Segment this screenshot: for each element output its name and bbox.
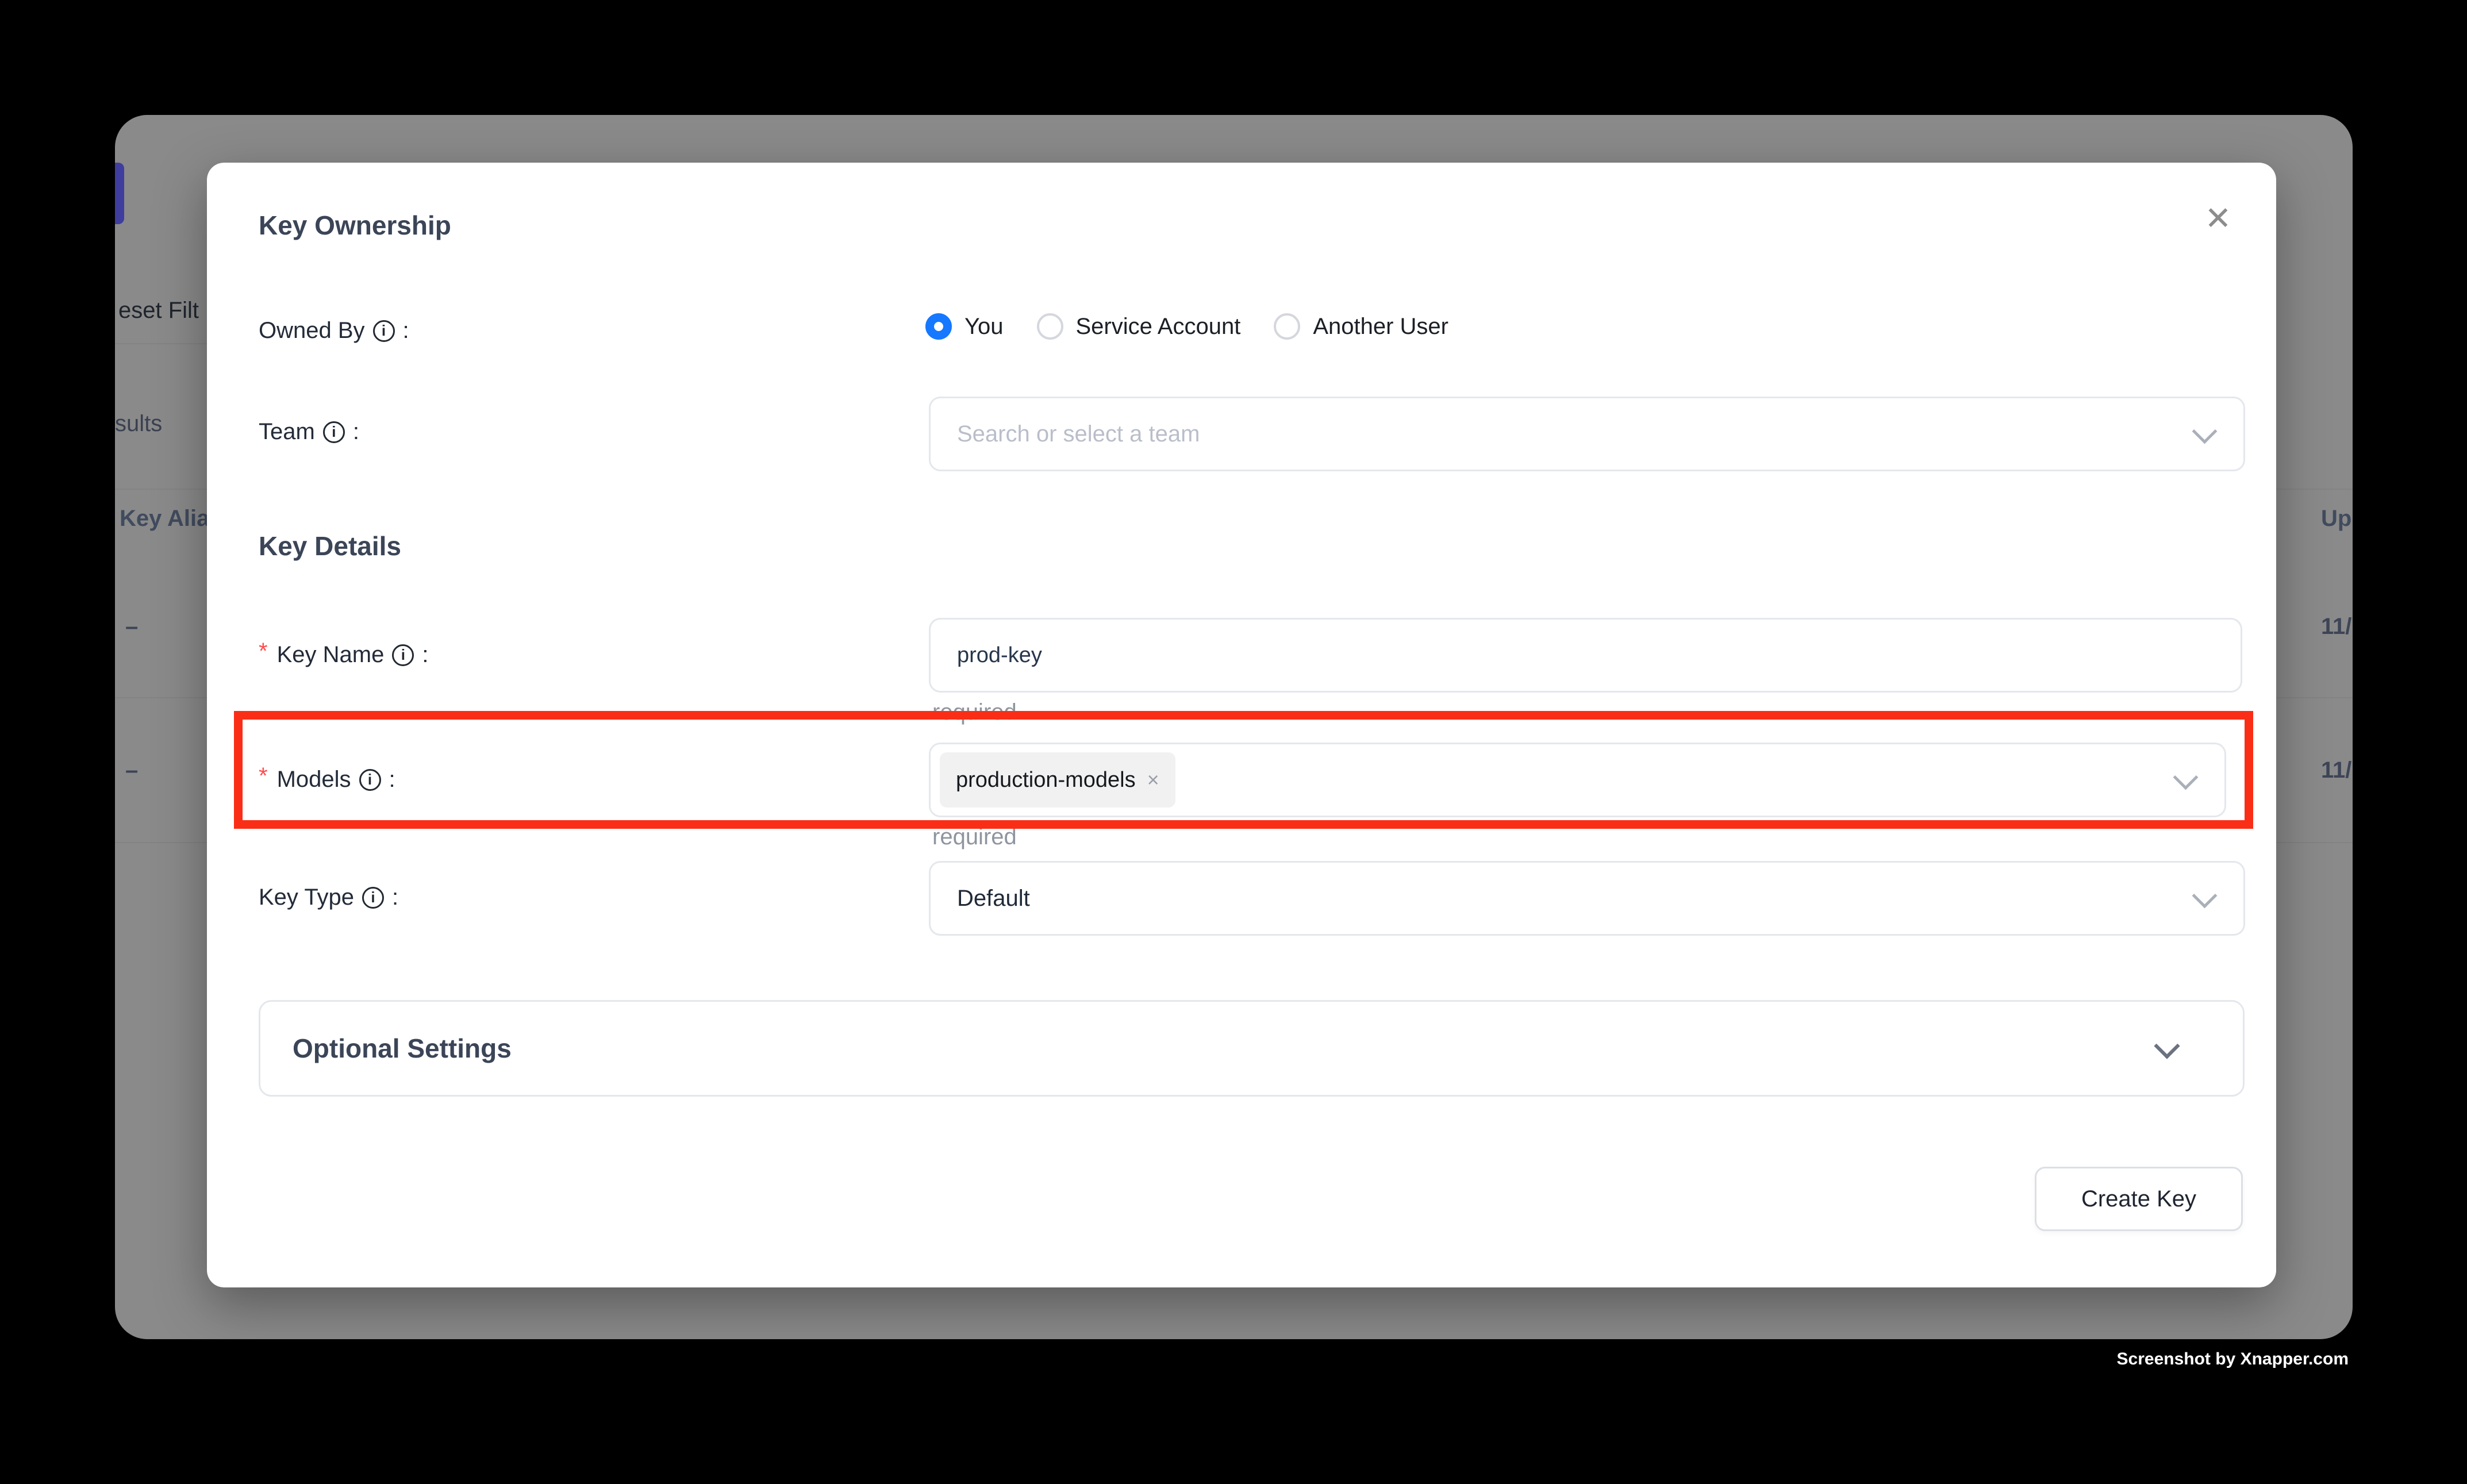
key-type-select[interactable]: Default (929, 861, 2245, 936)
table-row-alias: – (125, 614, 138, 640)
model-tag-label: production-models (956, 768, 1136, 793)
team-label-text: Team (259, 419, 315, 445)
key-type-selected-value: Default (931, 886, 1030, 912)
key-name-field-wrap (929, 618, 2242, 693)
colon: : (403, 318, 409, 344)
remove-tag-icon[interactable]: × (1147, 768, 1159, 792)
owned-by-radio-group: You Service Account Another User (925, 313, 1448, 340)
models-label-text: Models (277, 767, 351, 793)
background-blue-button-fragment (115, 163, 124, 224)
required-asterisk: * (259, 763, 268, 789)
create-key-button[interactable]: Create Key (2035, 1167, 2243, 1231)
required-asterisk: * (259, 639, 268, 664)
dimmed-background-window: eset Filt sults Key Alia Up – 11/ – 11/ … (115, 115, 2353, 1339)
radio-unselected-icon[interactable] (1037, 313, 1063, 340)
modal-title: Key Ownership (259, 210, 451, 241)
radio-option-label: Service Account (1076, 314, 1241, 340)
info-icon: i (362, 887, 384, 909)
info-icon: i (373, 320, 395, 342)
key-type-label: Key Type i : (259, 885, 398, 910)
colon: : (353, 419, 359, 445)
team-label: Team i : (259, 419, 359, 445)
team-select[interactable]: Search or select a team (929, 397, 2245, 471)
chevron-down-icon (2173, 765, 2199, 790)
models-validation: required (932, 824, 1017, 850)
colon: : (422, 642, 428, 668)
team-select-placeholder: Search or select a team (931, 421, 1200, 447)
colon: : (389, 767, 395, 793)
watermark-text: Screenshot by Xnapper.com (2117, 1350, 2349, 1369)
close-icon[interactable]: ✕ (2198, 198, 2238, 239)
info-icon: i (323, 421, 345, 443)
background-reset-filters-partial: eset Filt (118, 298, 199, 324)
info-icon: i (359, 769, 381, 791)
key-type-label-text: Key Type (259, 885, 354, 910)
colon: : (392, 885, 398, 910)
key-name-validation: required (932, 699, 1017, 725)
background-column-key-alias: Key Alia (120, 506, 209, 532)
radio-selected-icon[interactable] (925, 313, 952, 340)
radio-option-label: You (964, 314, 1004, 340)
radio-option-you[interactable]: You (925, 313, 1004, 340)
model-tag: production-models × (940, 752, 1175, 808)
key-details-title: Key Details (259, 530, 401, 562)
key-name-input[interactable] (931, 619, 2241, 691)
owned-by-label: Owned By i : (259, 318, 409, 344)
optional-settings-header[interactable]: Optional Settings (259, 1000, 2245, 1097)
chevron-down-icon (2192, 419, 2218, 444)
chevron-down-icon (2154, 1033, 2180, 1059)
models-multiselect[interactable]: production-models × (929, 743, 2226, 817)
info-icon: i (392, 644, 414, 666)
key-name-label: * Key Name i : (259, 642, 428, 668)
radio-option-service-account[interactable]: Service Account (1037, 313, 1241, 340)
table-row-alias: – (125, 758, 138, 783)
optional-settings-title: Optional Settings (260, 1033, 512, 1064)
radio-unselected-icon[interactable] (1274, 313, 1300, 340)
create-key-modal: Key Ownership ✕ Owned By i : You Service… (207, 163, 2276, 1287)
background-column-updated: Up (2321, 506, 2351, 532)
chevron-down-icon (2192, 883, 2218, 909)
table-row-updated: 11/ (2321, 614, 2351, 640)
models-label: * Models i : (259, 767, 395, 793)
divider (115, 343, 213, 344)
owned-by-label-text: Owned By (259, 318, 365, 344)
background-results-partial: sults (115, 411, 162, 437)
table-row-updated: 11/ (2321, 758, 2351, 783)
radio-option-label: Another User (1313, 314, 1448, 340)
radio-option-another-user[interactable]: Another User (1274, 313, 1448, 340)
key-name-label-text: Key Name (277, 642, 385, 668)
